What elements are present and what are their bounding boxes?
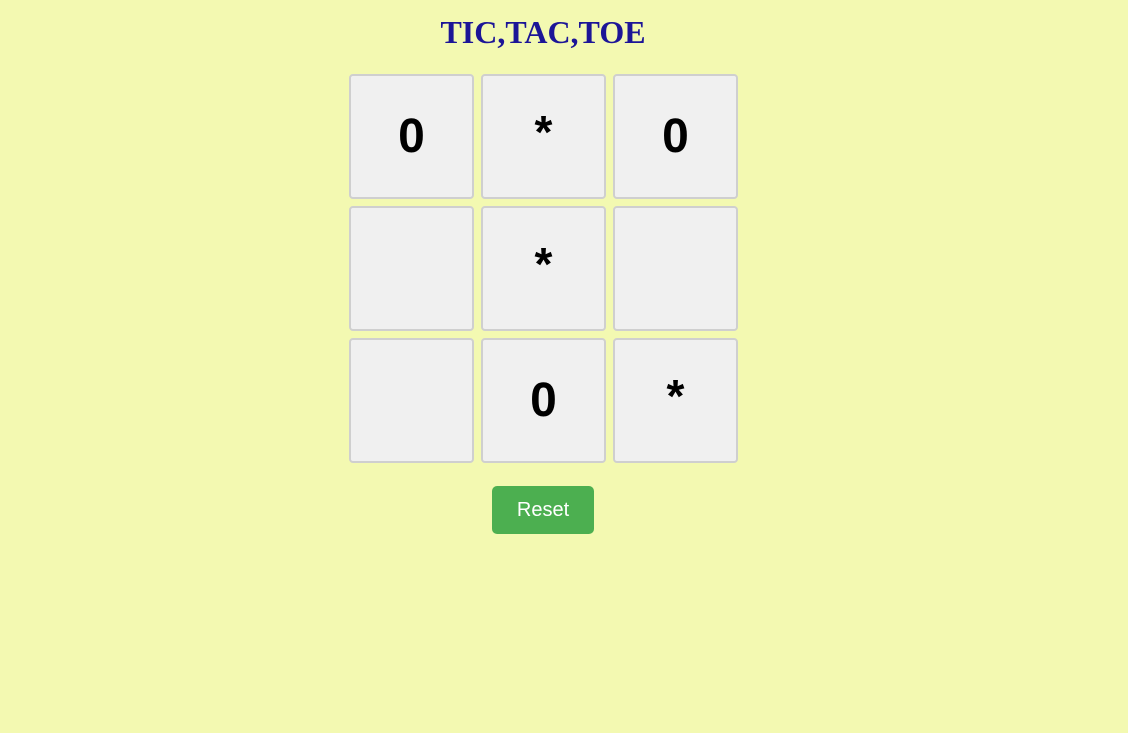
page-title: TIC,TAC,TOE xyxy=(440,14,646,50)
board-cell[interactable] xyxy=(613,206,738,331)
board-cell[interactable]: 0 xyxy=(481,338,606,463)
game-board: 0 * 0 * 0 * xyxy=(349,74,738,463)
board-cell[interactable] xyxy=(349,338,474,463)
board-cell[interactable]: 0 xyxy=(349,74,474,199)
board-cell[interactable]: * xyxy=(481,74,606,199)
board-cell[interactable]: 0 xyxy=(613,74,738,199)
board-cell[interactable]: * xyxy=(613,338,738,463)
reset-button[interactable]: Reset xyxy=(492,486,594,534)
board-cell[interactable]: * xyxy=(481,206,606,331)
board-cell[interactable] xyxy=(349,206,474,331)
